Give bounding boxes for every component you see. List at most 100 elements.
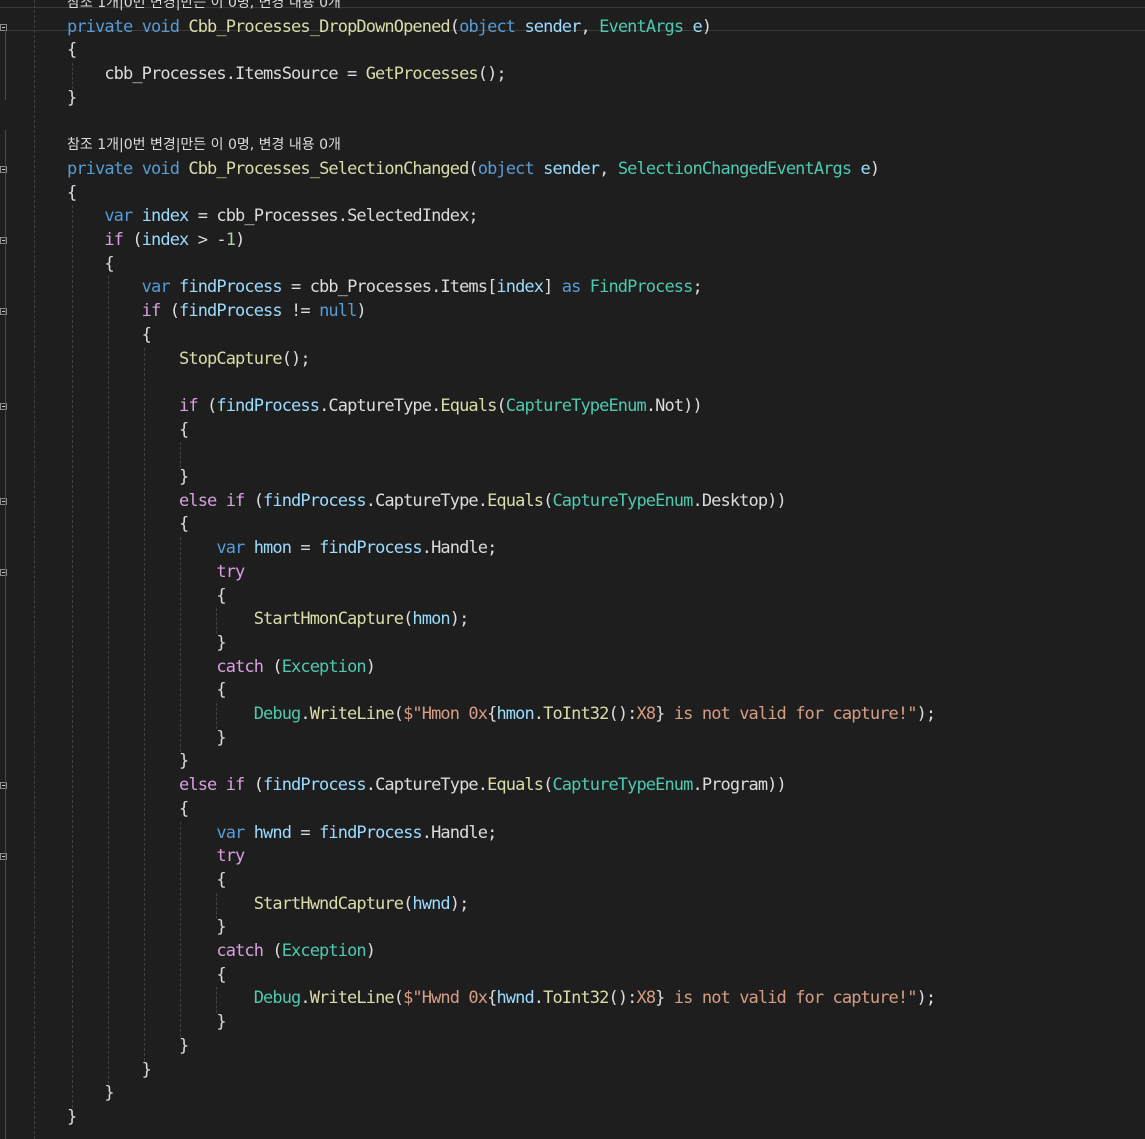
code-token: .CaptureType. — [319, 395, 441, 416]
code-token: Debug — [67, 704, 302, 724]
code-token: CaptureTypeEnum — [552, 490, 693, 511]
code-token: ( — [169, 301, 180, 322]
code-token: FindProcess — [589, 277, 694, 298]
code-token: > - — [188, 230, 227, 250]
code-line: if (index > -1) — [67, 229, 245, 251]
code-token: is not valid for capture!" — [664, 704, 918, 724]
code-token: Cbb_Processes_DropDownOpened — [188, 16, 450, 37]
code-line: } — [67, 727, 226, 749]
fold-region-line — [5, 130, 6, 1139]
codelens-line[interactable]: 참조 1개|0번 변경|만든 이 0명, 변경 내용 0개 — [67, 0, 341, 14]
code-token: X8 — [636, 988, 657, 1009]
code-token: Equals — [487, 490, 544, 511]
code-token: } — [67, 917, 226, 938]
code-line: } — [67, 1106, 77, 1128]
code-token: if — [67, 301, 170, 322]
code-token: private — [67, 158, 142, 179]
code-token: } — [67, 1035, 189, 1056]
code-token: $"Hmon 0x — [403, 704, 488, 724]
code-token: var — [67, 822, 254, 843]
code-token: ( — [393, 988, 404, 1009]
code-token: , — [599, 158, 618, 179]
code-token: } — [655, 988, 665, 1009]
code-token: StartHmonCapture — [67, 609, 404, 630]
code-line: { — [67, 253, 114, 275]
code-line: var hwnd = findProcess.Handle; — [67, 822, 497, 844]
code-token: ( — [253, 775, 264, 796]
code-line: { — [67, 39, 77, 61]
code-token: Cbb_Processes_SelectionChanged — [188, 158, 469, 179]
code-token: ( — [403, 893, 413, 914]
code-token: = cbb_Processes.SelectedIndex; — [188, 206, 479, 227]
code-token: { — [67, 680, 226, 701]
code-line: } — [67, 632, 226, 654]
code-token: } — [67, 727, 226, 748]
code-line: Debug.WriteLine($"Hmon 0x{hmon.ToInt32()… — [67, 703, 936, 725]
code-token: index — [141, 230, 190, 250]
code-token: index — [141, 206, 190, 227]
code-token: . — [533, 704, 544, 724]
code-token: catch — [67, 656, 273, 677]
code-token: ToInt32 — [543, 988, 609, 1009]
code-token: } — [67, 87, 77, 108]
code-token: ; — [692, 277, 702, 298]
code-token: (); — [281, 348, 311, 369]
code-token: } — [67, 1012, 226, 1033]
code-line: var hmon = findProcess.Handle; — [67, 537, 498, 559]
code-token: != — [281, 301, 320, 322]
code-token: { — [67, 869, 226, 890]
code-token: WriteLine — [309, 704, 395, 724]
fold-region-line — [5, 30, 6, 100]
code-token: ) — [356, 301, 366, 322]
code-token: { — [67, 253, 114, 274]
code-token: ] — [543, 277, 562, 298]
code-line: else if (findProcess.CaptureType.Equals(… — [67, 490, 787, 512]
code-token: ) — [235, 230, 245, 250]
code-line: cbb_Processes.ItemsSource = GetProcesses… — [67, 63, 506, 85]
code-token: ( — [253, 490, 264, 511]
code-token: findProcess — [263, 775, 367, 796]
code-token: hmon — [496, 704, 534, 724]
code-token: findProcess — [263, 490, 367, 511]
indent-guide — [34, 0, 35, 1139]
code-token: { — [67, 964, 226, 985]
code-token: ) — [701, 16, 712, 37]
code-token: ( — [207, 395, 217, 416]
code-token: .CaptureType. — [365, 775, 488, 796]
code-token: var — [67, 206, 142, 227]
code-token: (): — [608, 988, 637, 1009]
code-line: var findProcess = cbb_Processes.Items[in… — [67, 276, 703, 298]
code-token: try — [67, 561, 245, 582]
code-token: X8 — [636, 704, 657, 724]
code-line: catch (Exception) — [67, 940, 376, 962]
codelens-line[interactable]: 참조 1개|0번 변경|만든 이 0명, 변경 내용 0개 — [67, 134, 341, 156]
code-token: object — [477, 158, 544, 179]
code-line: Debug.WriteLine($"Hwnd 0x{hwnd.ToInt32()… — [67, 987, 937, 1009]
code-token: ); — [916, 988, 937, 1009]
code-line: { — [67, 419, 189, 441]
code-line: { — [67, 324, 152, 346]
code-token: hmon — [412, 609, 450, 630]
code-token: void — [141, 16, 189, 37]
code-line: try — [67, 845, 245, 867]
code-line: catch (Exception) — [67, 656, 376, 678]
code-line: if (findProcess.CaptureType.Equals(Captu… — [67, 395, 703, 417]
code-token: { — [67, 182, 77, 203]
code-token: e — [860, 158, 871, 179]
code-token: .Handle; — [421, 538, 498, 559]
code-token: e — [692, 16, 703, 37]
code-token: ( — [132, 230, 142, 250]
code-line: { — [67, 798, 189, 820]
code-token: .Not)) — [645, 395, 703, 416]
code-line: } — [67, 1011, 226, 1033]
code-editor[interactable]: 참조 1개|0번 변경|만든 이 0명, 변경 내용 0개 private voi… — [0, 0, 1145, 1139]
code-line: } — [67, 466, 189, 488]
code-token: . — [300, 704, 310, 724]
code-token: Equals — [440, 395, 497, 416]
code-token: try — [67, 846, 245, 867]
code-line: { — [67, 513, 189, 535]
code-token: 참조 1개|0번 변경|만든 이 0명, 변경 내용 0개 — [67, 0, 341, 11]
code-token: } — [67, 1059, 152, 1080]
code-token: (): — [608, 704, 637, 724]
code-token: WriteLine — [309, 988, 395, 1009]
